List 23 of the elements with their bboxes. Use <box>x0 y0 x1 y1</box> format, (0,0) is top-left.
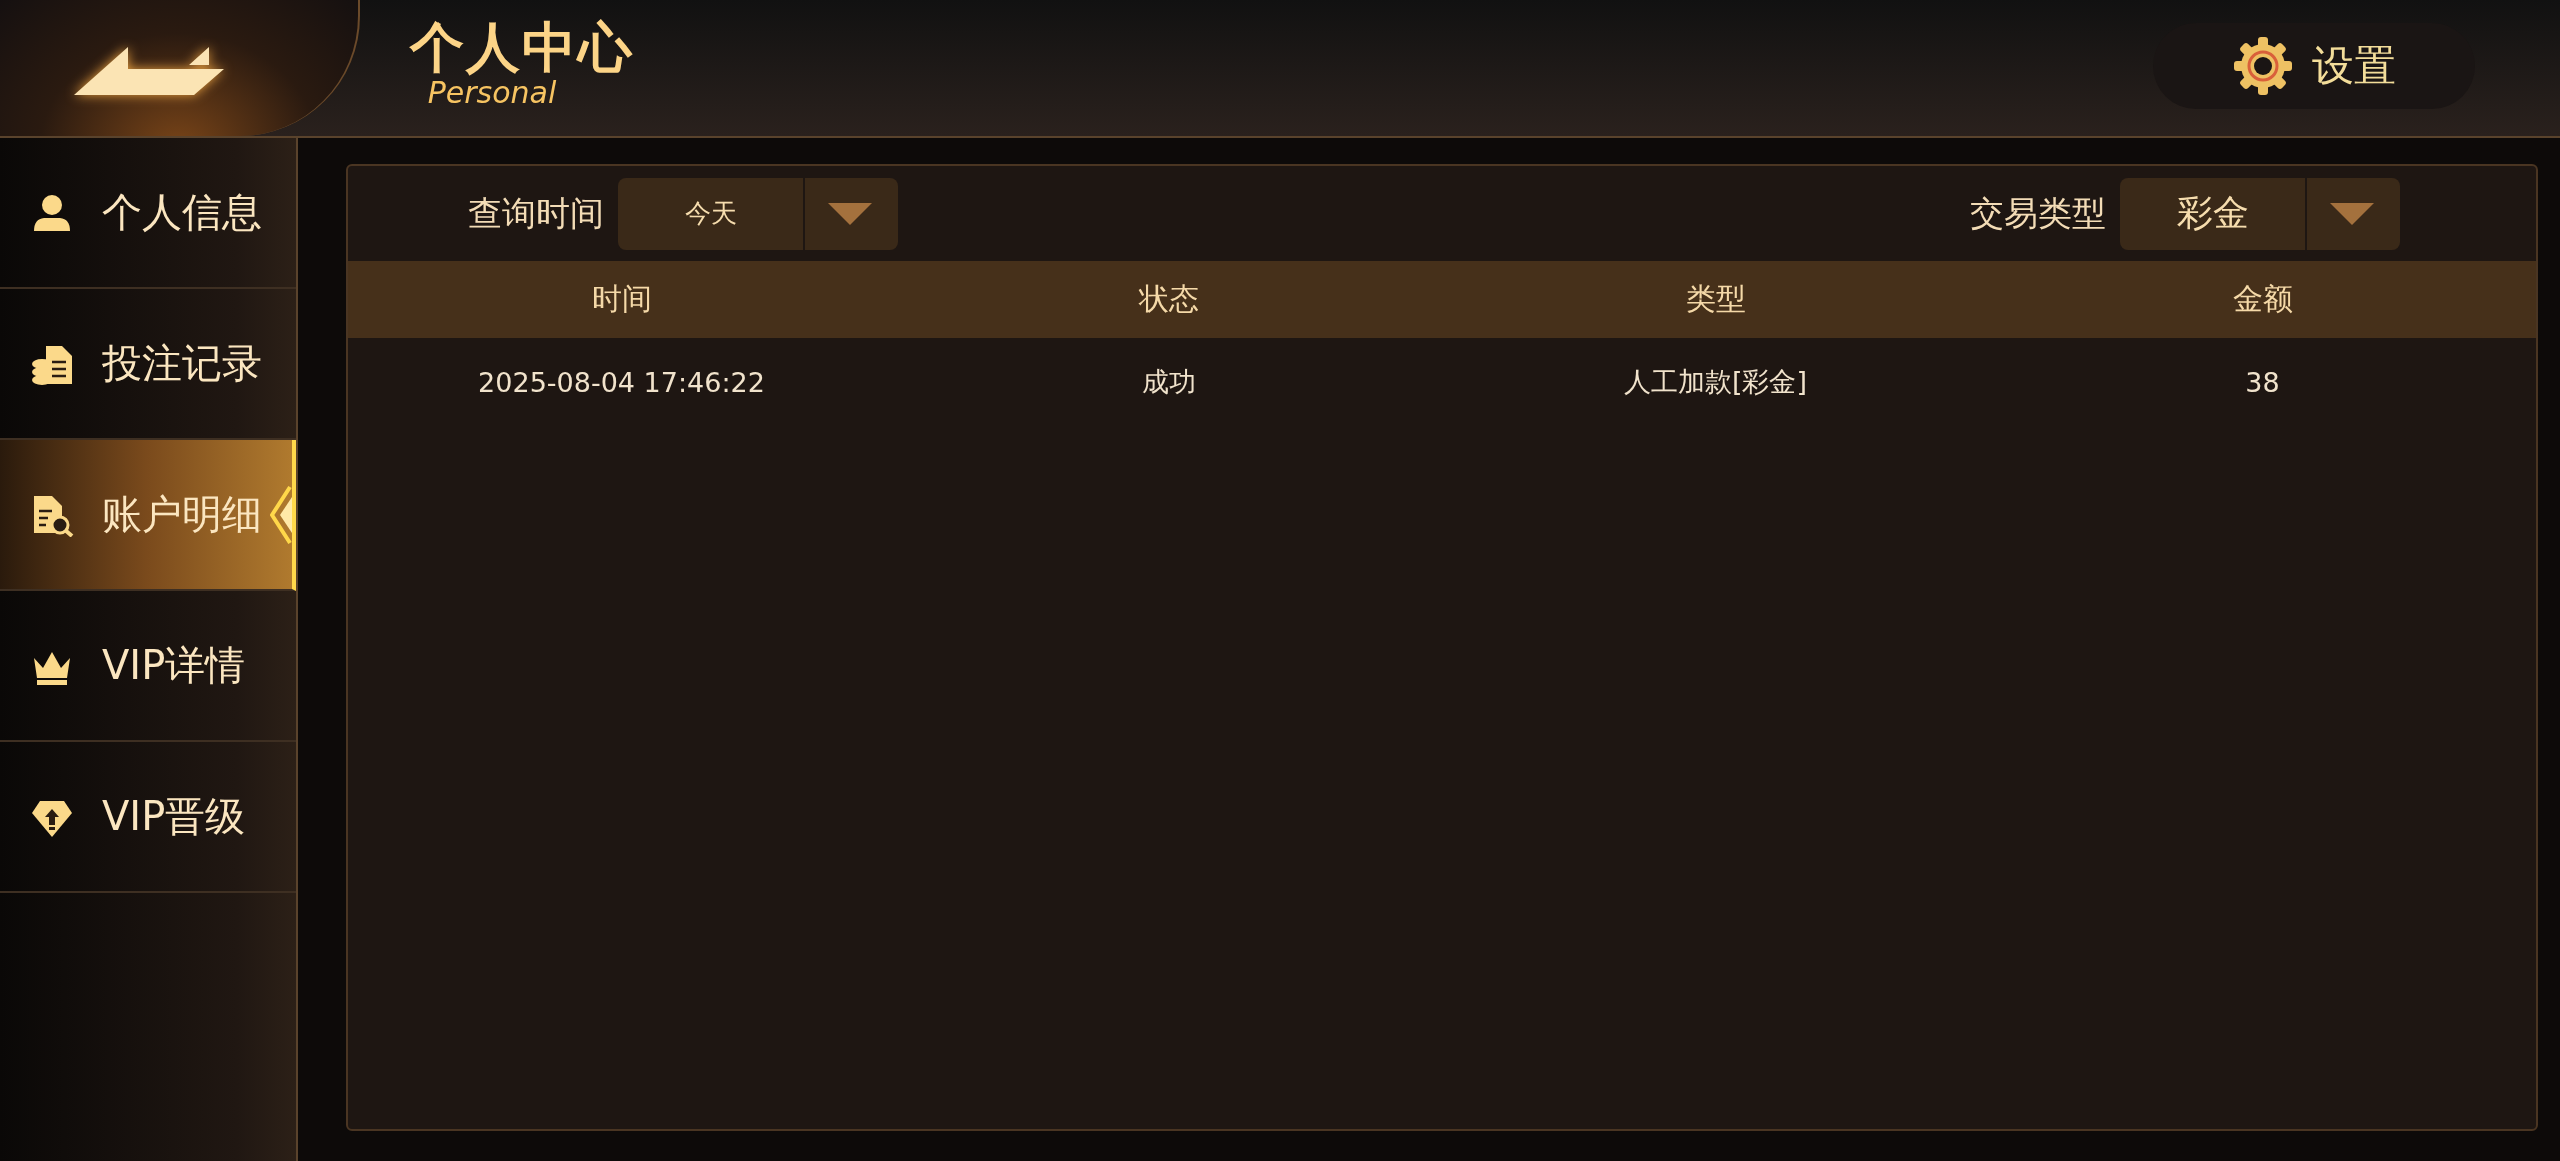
table-cell-text: 2025-08-04 17:46:22 <box>477 366 766 398</box>
filter-label: 交易类型 <box>1970 191 2106 235</box>
dropdown[interactable]: 彩金 <box>2120 177 2400 250</box>
table-cell-text: 人工加款[彩金] <box>1622 365 1809 399</box>
page-subtitle: Personal <box>427 77 557 108</box>
page-title: 个人中心 <box>410 18 634 78</box>
table-cell-text: 38 <box>2244 366 2281 398</box>
selection-arrow-icon <box>270 485 292 545</box>
sidebar-item[interactable]: 账户明细 <box>0 440 296 591</box>
column-header: 时间 <box>590 280 653 318</box>
column-header: 状态 <box>1137 280 1200 318</box>
caret-icon <box>2330 202 2374 225</box>
sidebar-item[interactable]: VIP晋级 <box>0 742 296 893</box>
sidebar-item[interactable]: 个人信息 <box>0 138 296 289</box>
column-header: 金额 <box>2231 280 2294 318</box>
dropdown[interactable]: 今天 <box>618 177 898 250</box>
filter-label: 查询时间 <box>468 191 604 235</box>
table-cell-text: 成功 <box>1140 365 1197 399</box>
settings-icon <box>2232 34 2294 97</box>
sidebar-item[interactable]: VIP详情 <box>0 591 296 742</box>
column-header: 类型 <box>1684 280 1747 318</box>
settings-button[interactable]: 设置 <box>2153 22 2475 109</box>
caret-icon <box>828 202 872 225</box>
